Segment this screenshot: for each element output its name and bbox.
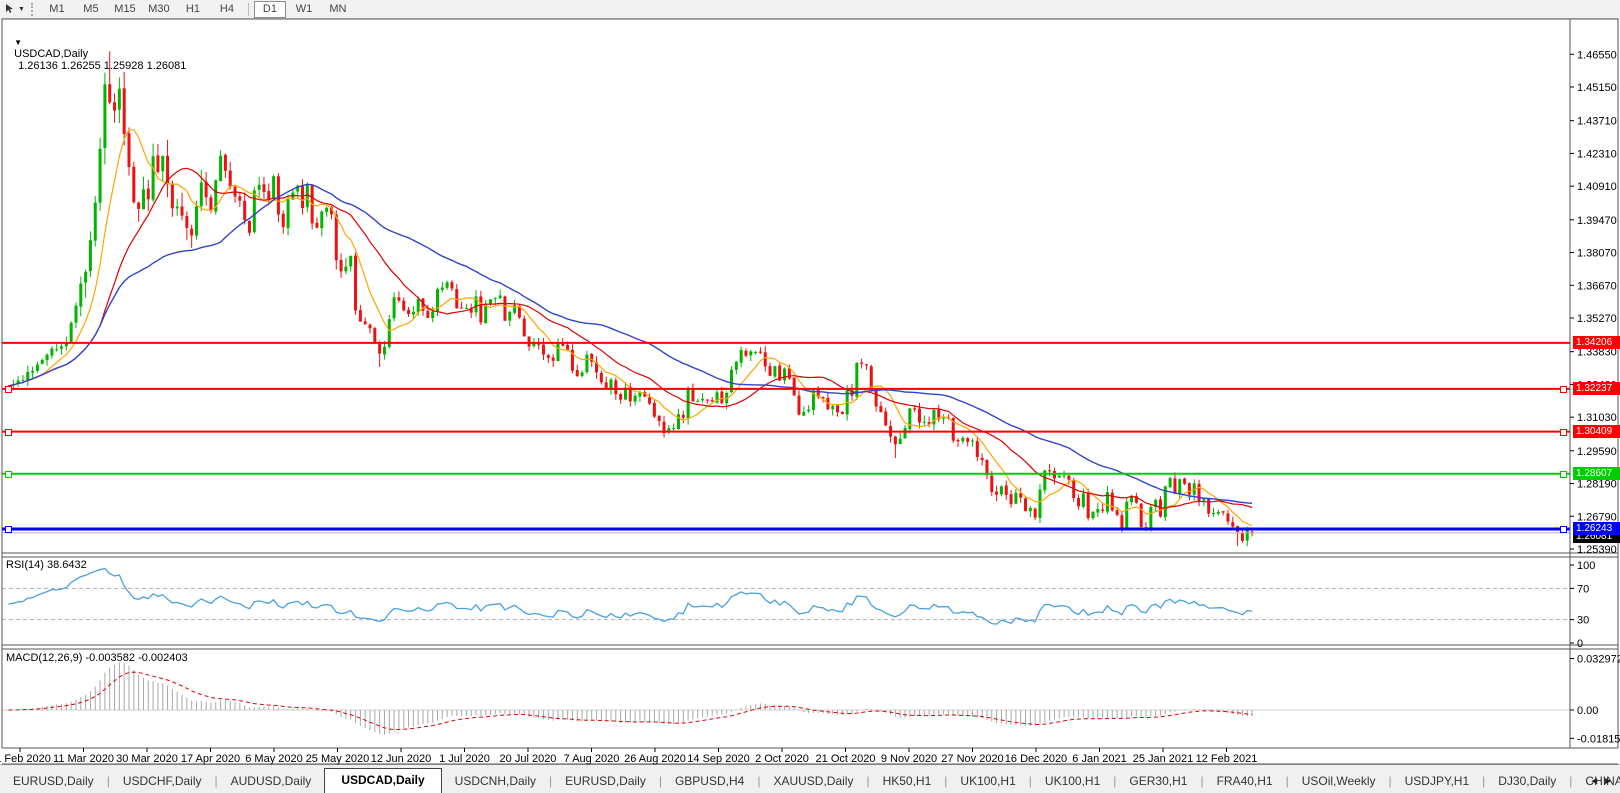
chart-canvas[interactable]: 1.46550 1.45150 1.43710 1.42310 1.40910 1.394… <box>0 0 1620 792</box>
svg-text:1.46550: 1.46550 <box>1577 49 1617 61</box>
hline-price-badge-1.26243: 1.26243 <box>1573 522 1620 536</box>
svg-text:1 Jul 2020: 1 Jul 2020 <box>439 753 490 765</box>
hline-handle-1.26243[interactable] <box>5 526 12 534</box>
svg-text:1.25390: 1.25390 <box>1577 544 1617 556</box>
svg-text:21 Feb 2020: 21 Feb 2020 <box>0 753 51 765</box>
candlestick-series <box>7 51 1254 547</box>
hline-handle-1.28607[interactable] <box>5 470 12 478</box>
svg-text:70: 70 <box>1577 583 1589 595</box>
rsi-indicator-label: RSI(14) 38.6432 <box>6 559 87 571</box>
hline-handle-1.30409[interactable] <box>5 428 12 436</box>
svg-text:16 Dec 2020: 16 Dec 2020 <box>1005 753 1067 765</box>
svg-text:1.45150: 1.45150 <box>1577 82 1617 94</box>
date-axis[interactable]: 21 Feb 202011 Mar 202030 Mar 202017 Apr … <box>0 748 1257 765</box>
svg-text:25 Jan 2021: 25 Jan 2021 <box>1133 753 1194 765</box>
svg-text:11 Mar 2020: 11 Mar 2020 <box>53 753 114 765</box>
svg-text:7 Aug 2020: 7 Aug 2020 <box>564 753 620 765</box>
svg-text:1.36670: 1.36670 <box>1577 280 1617 292</box>
hline-handle-1.32237[interactable] <box>1560 385 1567 393</box>
svg-text:-0.018154: -0.018154 <box>1577 733 1620 745</box>
svg-text:2 Oct 2020: 2 Oct 2020 <box>755 753 809 765</box>
hline-price-badge-1.28607: 1.28607 <box>1573 466 1620 480</box>
svg-text:0.00: 0.00 <box>1577 705 1598 717</box>
chart-title: ▼ USDCAD,Daily 1.26136 1.26255 1.25928 1… <box>8 24 186 72</box>
svg-text:1.42310: 1.42310 <box>1577 148 1617 160</box>
svg-text:6 May 2020: 6 May 2020 <box>245 753 302 765</box>
svg-text:1.43710: 1.43710 <box>1577 116 1617 128</box>
hline-handle-1.26243[interactable] <box>1560 526 1567 534</box>
chart-ohlc-values: 1.26136 1.26255 1.25928 1.26081 <box>18 60 187 72</box>
chart-symbol-label: USDCAD,Daily <box>14 48 89 60</box>
svg-text:9 Nov 2020: 9 Nov 2020 <box>881 753 937 765</box>
macd-indicator-label: MACD(12,26,9) -0.003582 -0.002403 <box>6 652 188 664</box>
svg-text:1.29590: 1.29590 <box>1577 446 1617 458</box>
svg-text:1.31030: 1.31030 <box>1577 412 1617 424</box>
hline-handle-1.30409[interactable] <box>1560 428 1567 436</box>
svg-text:30 Mar 2020: 30 Mar 2020 <box>116 753 178 765</box>
svg-text:27 Nov 2020: 27 Nov 2020 <box>941 753 1003 765</box>
svg-text:1.39470: 1.39470 <box>1577 215 1617 227</box>
svg-text:20 Jul 2020: 20 Jul 2020 <box>500 753 557 765</box>
rsi-panel-graphics <box>2 587 1570 621</box>
macd-panel-graphics <box>2 662 1570 735</box>
svg-text:1.28190: 1.28190 <box>1577 479 1617 491</box>
svg-text:6 Jan 2021: 6 Jan 2021 <box>1072 753 1126 765</box>
svg-text:100: 100 <box>1577 560 1595 572</box>
svg-text:0: 0 <box>1577 638 1583 650</box>
svg-text:26 Aug 2020: 26 Aug 2020 <box>624 753 686 765</box>
symbol-dropdown-icon[interactable]: ▼ <box>14 38 22 47</box>
svg-text:25 May 2020: 25 May 2020 <box>306 753 370 765</box>
rsi-line <box>8 567 1253 625</box>
hline-price-badge-1.34206: 1.34206 <box>1573 335 1620 349</box>
hline-price-badge-1.32237: 1.32237 <box>1573 381 1620 395</box>
hline-price-badge-1.30409: 1.30409 <box>1573 424 1620 438</box>
svg-text:1.38070: 1.38070 <box>1577 248 1617 260</box>
svg-text:0.032972: 0.032972 <box>1577 653 1620 665</box>
hline-handle-1.32237[interactable] <box>5 385 12 393</box>
svg-text:17 Apr 2020: 17 Apr 2020 <box>181 753 240 765</box>
svg-text:1.40910: 1.40910 <box>1577 181 1617 193</box>
ma-fast-line <box>8 129 1253 527</box>
svg-text:14 Sep 2020: 14 Sep 2020 <box>687 753 749 765</box>
svg-text:12 Feb 2021: 12 Feb 2021 <box>1196 753 1258 765</box>
hline-handle-1.28607[interactable] <box>1560 470 1567 478</box>
svg-text:21 Oct 2020: 21 Oct 2020 <box>816 753 876 765</box>
svg-text:12 Jun 2020: 12 Jun 2020 <box>371 753 432 765</box>
price-axis[interactable]: 1.46550 1.45150 1.43710 1.42310 1.40910 1.394… <box>1570 49 1620 745</box>
svg-text:1.35270: 1.35270 <box>1577 313 1617 325</box>
svg-text:30: 30 <box>1577 615 1589 627</box>
